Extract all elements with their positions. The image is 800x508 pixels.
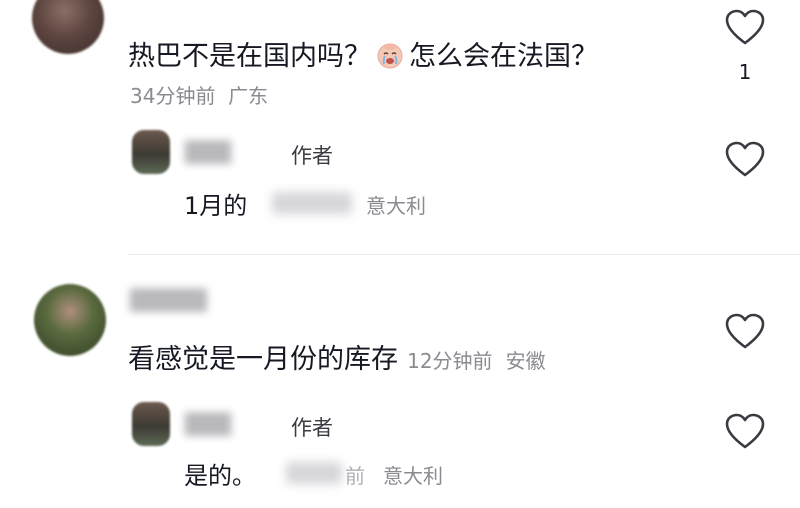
reply-text: 1月的 xyxy=(184,192,248,220)
comment-author-name[interactable]: █████ xyxy=(130,288,207,312)
crying-face-emoji-icon xyxy=(375,40,405,70)
comment-divider xyxy=(128,254,800,255)
reply-time-redacted xyxy=(272,192,352,214)
comment-line: 看感觉是一月份的库存 12分钟前 安徽 xyxy=(128,337,546,376)
reply-like-button[interactable] xyxy=(724,140,766,180)
reply-location: 意大利 xyxy=(383,464,443,488)
like-button[interactable] xyxy=(724,312,766,352)
reply-like-button[interactable] xyxy=(724,412,766,452)
comment-meta: 34分钟前 广东 xyxy=(130,80,268,109)
like-count: 1 xyxy=(738,60,752,84)
avatar[interactable] xyxy=(32,0,104,54)
comment-text: 热巴不是在国内吗？ 怎么会在法国？ xyxy=(128,34,598,73)
reply-avatar[interactable] xyxy=(132,130,170,174)
comment-location: 广东 xyxy=(228,84,269,108)
reply-time-redacted xyxy=(286,462,342,484)
comment-text: 看感觉是一月份的库存 xyxy=(128,344,398,375)
reply-avatar[interactable] xyxy=(132,402,170,446)
heart-outline-icon xyxy=(725,313,765,349)
like-button[interactable] xyxy=(724,8,766,48)
author-tag: 作者 xyxy=(291,144,333,168)
reply-text: 是的。 xyxy=(184,462,256,490)
comment-text-part: 怎么会在法国？ xyxy=(409,41,598,72)
comment-location: 安徽 xyxy=(505,349,546,373)
reply-location: 意大利 xyxy=(366,194,426,218)
comment-text-part: 热巴不是在国内吗？ xyxy=(128,41,371,72)
reply-author-name[interactable]: ███ xyxy=(185,140,231,164)
comment-time: 12分钟前 xyxy=(407,349,493,373)
heart-outline-icon xyxy=(725,413,765,449)
comment-time: 34分钟前 xyxy=(130,84,216,108)
avatar[interactable] xyxy=(34,284,106,356)
reply-time: 前 xyxy=(345,464,365,488)
author-tag: 作者 xyxy=(291,416,333,440)
heart-outline-icon xyxy=(725,9,765,45)
reply-author-name[interactable]: ███ xyxy=(185,412,231,436)
heart-outline-icon xyxy=(725,141,765,177)
